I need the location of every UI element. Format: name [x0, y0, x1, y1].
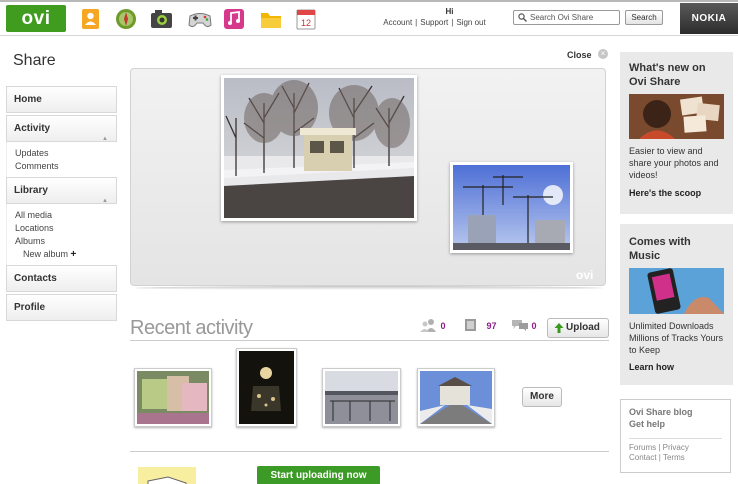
plus-icon: +: [70, 249, 77, 260]
help-link[interactable]: Get help: [629, 418, 722, 430]
music-app-icon[interactable]: [223, 8, 245, 30]
sidebar-item-label: Contacts: [14, 273, 57, 284]
whats-new-link[interactable]: Here's the scoop: [629, 188, 724, 198]
sidebar-item-activity[interactable]: Activity ▲: [6, 115, 117, 142]
user-area: Hi Account | Support | Sign out: [372, 7, 497, 27]
music-promo-image[interactable]: [629, 268, 724, 314]
showcase-photo-kiosk[interactable]: [221, 75, 417, 221]
calendar-day-label: 12: [301, 18, 311, 28]
sidebar-item-albums[interactable]: Albums: [15, 235, 117, 248]
whats-new-panel: What's new on Ovi Share Easier to view a…: [620, 52, 733, 214]
comes-with-music-panel: Comes with Music Unlimited Downloads Mil…: [620, 224, 733, 385]
upload-arrow-icon: [554, 322, 564, 341]
close-icon[interactable]: ×: [598, 49, 608, 59]
comments-count: 0: [531, 321, 537, 331]
calendar-app-icon[interactable]: 12: [295, 8, 317, 30]
music-promo-text: Unlimited Downloads Millions of Tracks Y…: [629, 321, 724, 355]
showcase-photo-construction[interactable]: [450, 162, 573, 253]
thumbnail-image: [239, 351, 294, 424]
learn-how-link[interactable]: Learn how: [629, 362, 724, 372]
camera-app-icon[interactable]: [150, 8, 172, 30]
upload-illustration: [138, 467, 196, 484]
activity-submenu: Updates Comments: [6, 142, 117, 177]
whats-new-text: Easier to view and share your photos and…: [629, 146, 719, 180]
chevron-up-icon: ▲: [102, 136, 108, 142]
search-placeholder: Search Ovi Share: [530, 13, 594, 22]
maps-app-icon[interactable]: [115, 8, 137, 30]
sidebar-nav: Home Activity ▲ Updates Comments Library…: [6, 86, 117, 321]
sidebar-item-label: Activity: [14, 123, 51, 134]
page-title: Share: [13, 52, 56, 69]
link-separator: |: [415, 18, 418, 27]
sidebar-item-home[interactable]: Home: [6, 86, 117, 113]
contacts-stat[interactable]: 0: [418, 318, 446, 332]
upload-label: Upload: [566, 322, 600, 333]
whats-new-title: What's new on Ovi Share: [629, 62, 706, 88]
nokia-logo: NOKIA: [680, 3, 738, 34]
upload-button[interactable]: Upload: [547, 318, 609, 338]
search-button[interactable]: Search: [625, 10, 663, 25]
comments-stat[interactable]: 0: [511, 318, 537, 332]
blog-link[interactable]: Ovi Share blog: [629, 406, 722, 418]
close-button[interactable]: Close: [567, 50, 592, 60]
kiosk-photo-image: [224, 78, 414, 218]
recent-activity-title: Recent activity: [130, 317, 253, 339]
divider: [130, 451, 609, 452]
ovi-logo[interactable]: ovi: [6, 5, 66, 32]
thumbnail-image: [137, 371, 209, 424]
thumbnail-image: [325, 371, 398, 424]
showcase-shadow: [135, 286, 603, 290]
construction-photo-image: [453, 165, 570, 250]
media-count: 97: [486, 321, 497, 331]
recent-thumbnail[interactable]: [417, 368, 495, 427]
sidebar-item-contacts[interactable]: Contacts: [6, 265, 117, 292]
thumbnail-image: [420, 371, 492, 424]
chevron-up-icon: ▲: [102, 198, 108, 204]
people-icon: [420, 319, 436, 332]
greeting: Hi: [445, 7, 454, 16]
sidebar-item-locations[interactable]: Locations: [15, 222, 117, 235]
new-album-label: New album: [23, 249, 69, 259]
start-uploading-button[interactable]: Start uploading now: [257, 466, 380, 484]
sidebar-item-label: Profile: [14, 302, 46, 313]
sign-out-link[interactable]: Sign out: [456, 18, 485, 27]
comments-icon: [512, 320, 528, 331]
sidebar-item-label: Home: [14, 94, 42, 105]
link-separator: |: [451, 18, 454, 27]
new-album-link[interactable]: New album +: [15, 248, 117, 261]
account-link[interactable]: Account: [383, 18, 412, 27]
games-app-icon[interactable]: [187, 8, 212, 30]
sidebar-item-comments[interactable]: Comments: [15, 160, 117, 173]
library-submenu: All media Locations Albums New album +: [6, 204, 117, 265]
contacts-count: 0: [440, 321, 446, 331]
divider: [130, 340, 609, 341]
more-button[interactable]: More: [522, 387, 562, 407]
media-stat[interactable]: 97: [464, 318, 497, 332]
top-border: [0, 0, 738, 2]
support-link[interactable]: Support: [420, 18, 448, 27]
footer-links-contact-terms[interactable]: Contact | Terms: [629, 453, 722, 463]
recent-thumbnail[interactable]: [322, 368, 401, 427]
search-input[interactable]: Search Ovi Share: [513, 10, 620, 25]
ovi-watermark: ovi: [576, 268, 594, 282]
whats-new-image[interactable]: [629, 94, 724, 139]
sidebar-item-library[interactable]: Library ▲: [6, 177, 117, 204]
blog-help-panel: Ovi Share blog Get help Forums | Privacy…: [620, 399, 731, 473]
footer-links-forums-privacy[interactable]: Forums | Privacy: [629, 443, 722, 453]
search-icon: [518, 13, 527, 26]
files-app-icon[interactable]: [259, 8, 281, 30]
contacts-app-icon[interactable]: [80, 8, 102, 30]
media-icon: [465, 319, 476, 331]
music-promo-title: Comes with Music: [629, 236, 691, 262]
recent-thumbnail[interactable]: [134, 368, 212, 427]
sidebar-item-profile[interactable]: Profile: [6, 294, 117, 321]
divider: [629, 438, 722, 439]
sidebar-item-label: Library: [14, 185, 48, 196]
recent-thumbnail[interactable]: [236, 348, 297, 427]
